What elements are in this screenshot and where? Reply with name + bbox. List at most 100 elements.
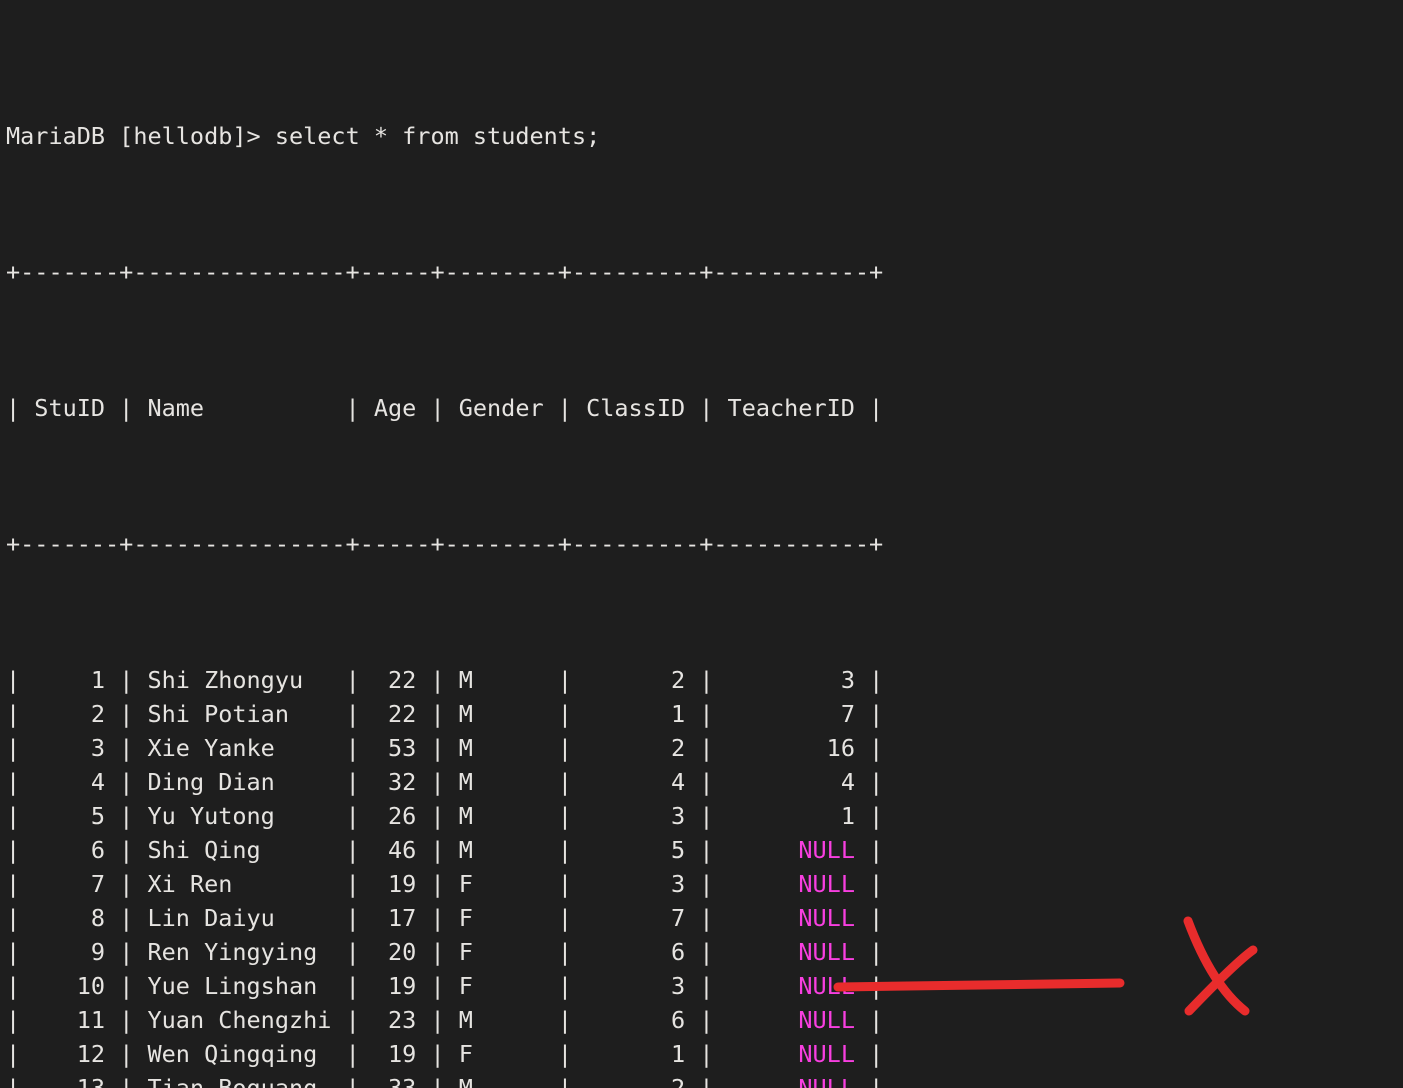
cell-separator: | bbox=[869, 904, 884, 932]
cell-padding bbox=[331, 666, 345, 694]
table-cell: 4 bbox=[586, 768, 686, 796]
prompt-1: MariaDB [hellodb]> bbox=[6, 122, 275, 150]
cell-padding bbox=[105, 802, 119, 830]
cell-separator: | bbox=[119, 938, 148, 966]
table-cell: F bbox=[458, 972, 544, 1000]
cell-separator: | bbox=[119, 666, 148, 694]
table-header-text: | StuID | Name | Age | Gender | ClassID … bbox=[6, 394, 884, 422]
table-cell: Xi Ren bbox=[147, 870, 332, 898]
cell-separator: | bbox=[699, 666, 728, 694]
cell-separator: | bbox=[119, 802, 148, 830]
cell-separator: | bbox=[699, 1074, 728, 1088]
cell-separator: | bbox=[6, 870, 35, 898]
table-row: | 2 | Shi Potian | 22 | M | 1 | 7 | bbox=[6, 697, 897, 731]
cell-separator: | bbox=[430, 700, 459, 728]
cell-separator: | bbox=[699, 768, 728, 796]
cell-padding bbox=[105, 1006, 119, 1034]
table-cell: 1 bbox=[34, 666, 106, 694]
table-cell: 19 bbox=[373, 870, 417, 898]
cell-padding bbox=[105, 836, 119, 864]
cell-padding bbox=[416, 700, 430, 728]
cell-separator: | bbox=[430, 1006, 459, 1034]
table-cell: M bbox=[458, 836, 544, 864]
border-mid-text: +-------+---------------+-----+--------+… bbox=[6, 530, 884, 558]
table-row: | 6 | Shi Qing | 46 | M | 5 | NULL | bbox=[6, 833, 897, 867]
table-cell: 8 bbox=[34, 904, 106, 932]
cell-separator: | bbox=[430, 836, 459, 864]
cell-separator: | bbox=[119, 836, 148, 864]
table-cell: 3 bbox=[727, 666, 855, 694]
table-cell: 32 bbox=[373, 768, 417, 796]
table-cell: M bbox=[458, 700, 544, 728]
table-cell: Shi Zhongyu bbox=[147, 666, 332, 694]
cell-separator: | bbox=[119, 700, 148, 728]
table-row: | 12 | Wen Qingqing | 19 | F | 1 | NULL … bbox=[6, 1037, 897, 1071]
cell-padding bbox=[105, 870, 119, 898]
cell-separator: | bbox=[869, 666, 884, 694]
cell-separator: | bbox=[119, 1040, 148, 1068]
cell-padding bbox=[544, 1040, 558, 1068]
table-cell: 2 bbox=[586, 734, 686, 762]
cell-padding bbox=[544, 700, 558, 728]
cell-padding bbox=[105, 768, 119, 796]
command-line-1: MariaDB [hellodb]> select * from student… bbox=[6, 119, 897, 153]
table-row: | 4 | Ding Dian | 32 | M | 4 | 4 | bbox=[6, 765, 897, 799]
cell-separator: | bbox=[6, 768, 35, 796]
table-cell: 22 bbox=[373, 666, 417, 694]
table-cell: NULL bbox=[727, 938, 855, 966]
cell-padding bbox=[685, 802, 699, 830]
cell-separator: | bbox=[345, 1040, 374, 1068]
cell-padding bbox=[544, 734, 558, 762]
cell-padding bbox=[544, 836, 558, 864]
table-border-top: +-------+---------------+-----+--------+… bbox=[6, 255, 897, 289]
table-header-row: | StuID | Name | Age | Gender | ClassID … bbox=[6, 391, 897, 425]
table-cell: 4 bbox=[34, 768, 106, 796]
cell-padding bbox=[331, 938, 345, 966]
table-cell: 7 bbox=[34, 870, 106, 898]
cell-separator: | bbox=[430, 938, 459, 966]
table-row: | 13 | Tian Boguang | 33 | M | 2 | NULL … bbox=[6, 1071, 897, 1088]
cell-separator: | bbox=[869, 1006, 884, 1034]
cell-separator: | bbox=[699, 700, 728, 728]
table-cell: 16 bbox=[727, 734, 855, 762]
cell-padding bbox=[855, 1074, 869, 1088]
cell-padding bbox=[105, 938, 119, 966]
table-cell: 5 bbox=[586, 836, 686, 864]
cell-padding bbox=[105, 972, 119, 1000]
cell-padding bbox=[855, 734, 869, 762]
table-cell: 7 bbox=[586, 904, 686, 932]
table-cell: 26 bbox=[373, 802, 417, 830]
cell-separator: | bbox=[557, 768, 587, 796]
cell-separator: | bbox=[345, 734, 374, 762]
table-cell: Yuan Chengzhi bbox=[147, 1006, 332, 1034]
table-cell: 2 bbox=[34, 700, 106, 728]
cell-separator: | bbox=[119, 904, 148, 932]
cell-separator: | bbox=[699, 836, 728, 864]
table-cell: 46 bbox=[373, 836, 417, 864]
cell-separator: | bbox=[430, 768, 459, 796]
cell-separator: | bbox=[699, 938, 728, 966]
cell-padding bbox=[855, 938, 869, 966]
cell-separator: | bbox=[430, 870, 459, 898]
cell-padding bbox=[416, 1074, 430, 1088]
table-cell: 13 bbox=[34, 1074, 106, 1088]
cell-separator: | bbox=[430, 666, 459, 694]
cell-separator: | bbox=[6, 1074, 35, 1088]
cell-padding bbox=[416, 972, 430, 1000]
cell-padding bbox=[416, 768, 430, 796]
table-cell: NULL bbox=[727, 904, 855, 932]
cell-padding bbox=[544, 938, 558, 966]
table-cell: 3 bbox=[34, 734, 106, 762]
terminal-window: MariaDB [hellodb]> select * from student… bbox=[0, 0, 1403, 1088]
cell-padding bbox=[331, 1006, 345, 1034]
table-cell: Ren Yingying bbox=[147, 938, 332, 966]
table-cell: 3 bbox=[586, 870, 686, 898]
cell-separator: | bbox=[869, 836, 884, 864]
cell-padding bbox=[331, 904, 345, 932]
cell-separator: | bbox=[345, 836, 374, 864]
cell-padding bbox=[685, 768, 699, 796]
table-cell: Yu Yutong bbox=[147, 802, 332, 830]
cell-separator: | bbox=[345, 666, 374, 694]
table-cell: 2 bbox=[586, 1074, 686, 1088]
table-row: | 1 | Shi Zhongyu | 22 | M | 2 | 3 | bbox=[6, 663, 897, 697]
